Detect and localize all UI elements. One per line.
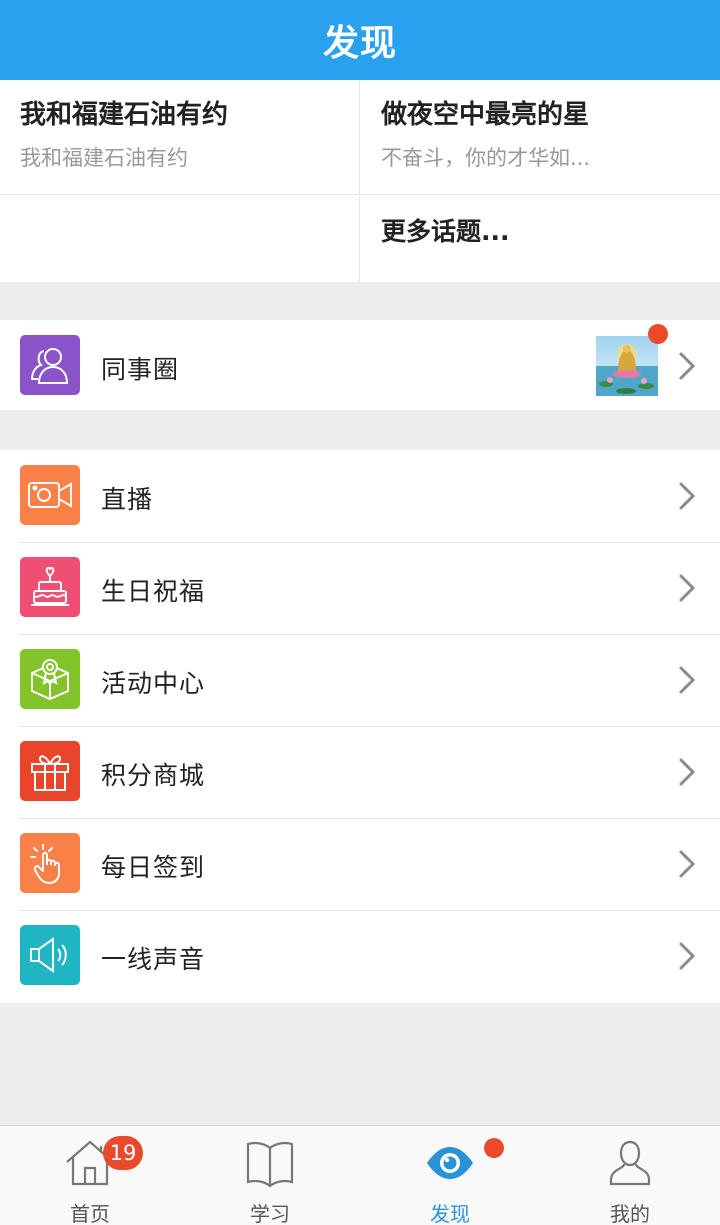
menu-item-points-mall[interactable]: 积分商城 [0, 726, 720, 818]
menu-item-label: 生日祝福 [101, 577, 206, 606]
chevron-right-icon [679, 942, 696, 970]
menu-item-label: 活动中心 [101, 669, 206, 698]
menu-item-activity-center[interactable]: 活动中心 [0, 634, 720, 726]
menu-item-moments[interactable]: 同事圈 [0, 320, 720, 410]
menu-item-label: 同事圈 [101, 355, 180, 384]
eye-icon [427, 1147, 473, 1179]
award-box-icon [20, 649, 80, 709]
moments-section: 同事圈 [0, 320, 720, 410]
new-post-dot [648, 324, 668, 344]
menu-item-live[interactable]: 直播 [0, 450, 720, 542]
chevron-right-icon [679, 482, 696, 510]
topic-subtitle: 不奋斗，你的才华如... [381, 146, 591, 170]
menu-item-label: 直播 [101, 485, 154, 514]
topic-subtitle: 我和福建石油有约 [20, 146, 188, 170]
header-bar: 发现 [0, 0, 720, 80]
chevron-right-icon [679, 666, 696, 694]
tab-study[interactable]: 学习 [180, 1126, 360, 1225]
megaphone-icon [20, 925, 80, 985]
more-topics-link[interactable]: 更多话题... [361, 196, 720, 282]
menu-item-frontline-voice[interactable]: 一线声音 [0, 910, 720, 1002]
chevron-right-icon [679, 850, 696, 878]
topic-empty-cell [0, 196, 360, 282]
tap-hand-icon [20, 833, 80, 893]
tab-label: 首页 [70, 1202, 110, 1225]
page-title: 发现 [322, 23, 397, 64]
person-icon [609, 1140, 651, 1186]
topic-card[interactable]: 做夜空中最亮的星 不奋斗，你的才华如... [361, 80, 720, 195]
tab-me[interactable]: 我的 [540, 1126, 720, 1225]
menu-item-birthday[interactable]: 生日祝福 [0, 542, 720, 634]
menu-item-label: 一线声音 [101, 945, 206, 974]
gift-icon [20, 741, 80, 801]
menu-item-label: 积分商城 [101, 761, 206, 790]
topics-grid: 我和福建石油有约 我和福建石油有约 做夜空中最亮的星 不奋斗，你的才华如... … [0, 80, 720, 282]
topic-card[interactable]: 我和福建石油有约 我和福建石油有约 [0, 80, 360, 195]
cake-icon [20, 557, 80, 617]
tab-home[interactable]: 19 首页 [0, 1126, 180, 1225]
feature-menu-list: 直播 生日祝福 活动中心 积分商城 每日签到 一线声音 [0, 450, 720, 1003]
chevron-right-icon [679, 758, 696, 786]
topic-title: 做夜空中最亮的星 [381, 100, 590, 130]
people-icon [20, 335, 80, 395]
chevron-right-icon [679, 352, 696, 380]
tab-discover[interactable]: 发现 [360, 1126, 540, 1225]
unread-count-badge: 19 [103, 1136, 143, 1170]
tab-label: 我的 [610, 1202, 650, 1225]
menu-item-label: 每日签到 [101, 853, 206, 882]
video-camera-icon [20, 465, 80, 525]
topic-title: 我和福建石油有约 [20, 100, 229, 130]
more-topics-label: 更多话题... [381, 217, 510, 246]
new-activity-dot [484, 1138, 504, 1158]
menu-item-daily-checkin[interactable]: 每日签到 [0, 818, 720, 910]
chevron-right-icon [679, 574, 696, 602]
moments-preview-thumbnail [596, 336, 658, 396]
book-icon [246, 1141, 294, 1188]
tab-label: 发现 [430, 1202, 470, 1225]
tab-label: 学习 [250, 1202, 290, 1225]
bottom-tab-bar: 19 首页 学习 发现 我的 [0, 1125, 720, 1225]
